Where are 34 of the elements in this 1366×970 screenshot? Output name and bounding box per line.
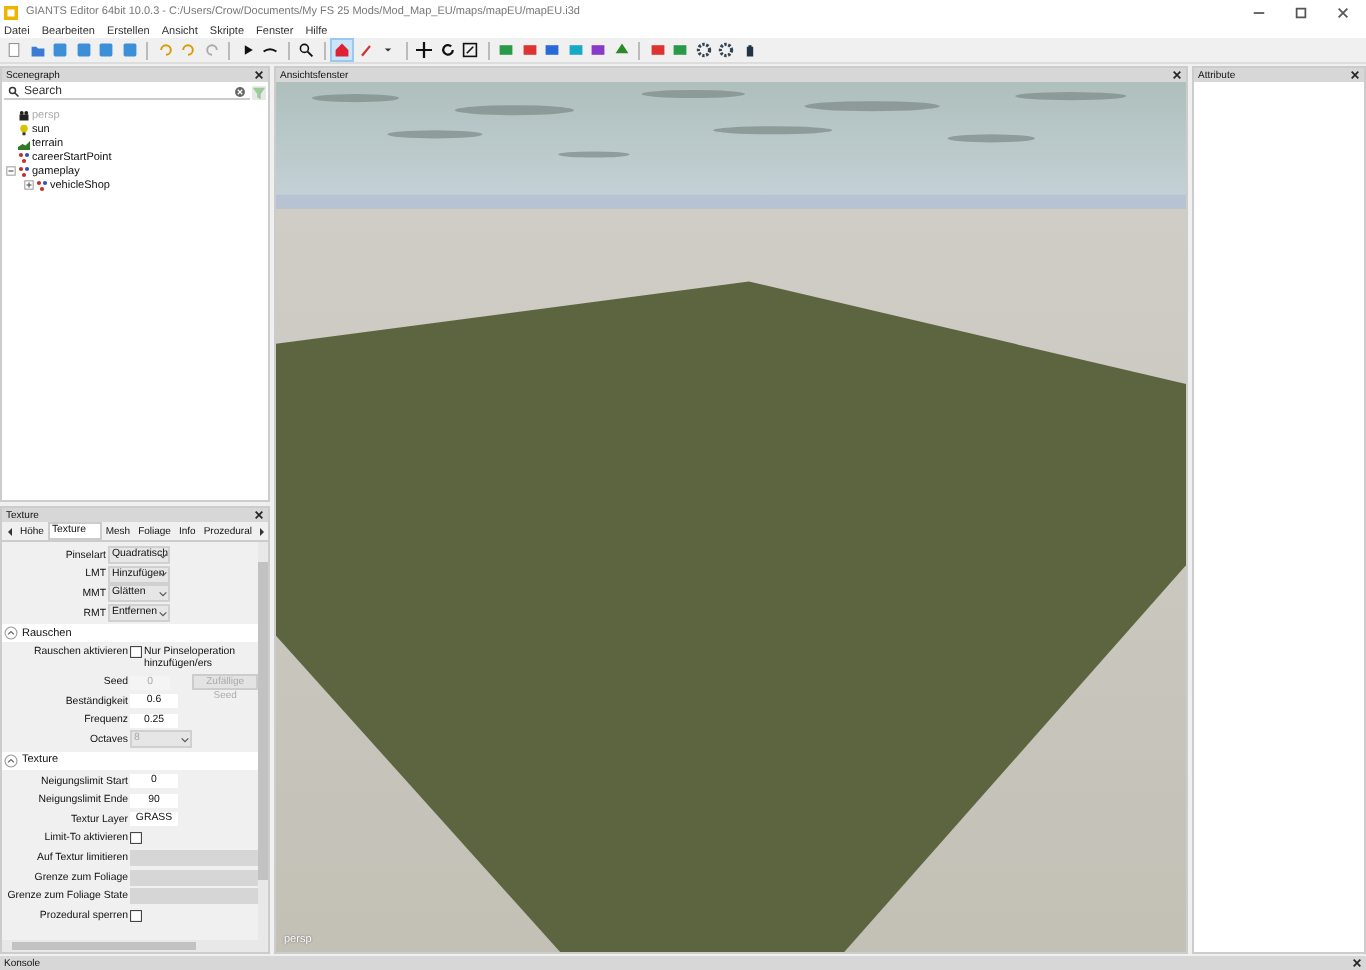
close-icon[interactable] [1172, 70, 1182, 80]
collapse-icon[interactable] [4, 626, 18, 641]
input-field[interactable] [130, 849, 258, 866]
move-icon[interactable] [414, 40, 434, 60]
search-icon [8, 85, 20, 97]
close-icon[interactable] [254, 510, 264, 520]
expander-icon[interactable] [24, 180, 34, 190]
maximize-icon[interactable] [1294, 5, 1308, 19]
input-field[interactable] [130, 888, 258, 905]
page-icon[interactable] [4, 40, 24, 60]
caret-icon [180, 735, 190, 744]
checkbox[interactable] [130, 832, 142, 845]
scrollbar[interactable] [258, 542, 268, 940]
close-icon[interactable] [254, 70, 264, 80]
scroll-right-icon[interactable] [258, 525, 266, 537]
clear-icon[interactable] [234, 85, 246, 97]
terrain-icon [18, 137, 30, 149]
scroll-left-icon[interactable] [6, 525, 14, 537]
checkbox[interactable] [130, 909, 142, 922]
camera-icon [18, 109, 30, 121]
lightbulb-icon [18, 123, 30, 135]
collapse-icon[interactable] [4, 753, 18, 768]
search-icon[interactable] [296, 40, 316, 60]
expander-icon[interactable] [6, 166, 16, 176]
scale-icon[interactable] [460, 40, 480, 60]
scrollbar[interactable] [2, 940, 268, 952]
caret-icon [158, 609, 168, 618]
close-icon[interactable] [1350, 70, 1360, 80]
close-icon[interactable] [1336, 5, 1350, 19]
home-icon[interactable] [332, 40, 352, 60]
checkbox[interactable] [130, 646, 142, 659]
close-icon[interactable] [1352, 958, 1362, 968]
input-field[interactable] [130, 869, 258, 886]
rotate-icon[interactable] [437, 40, 457, 60]
